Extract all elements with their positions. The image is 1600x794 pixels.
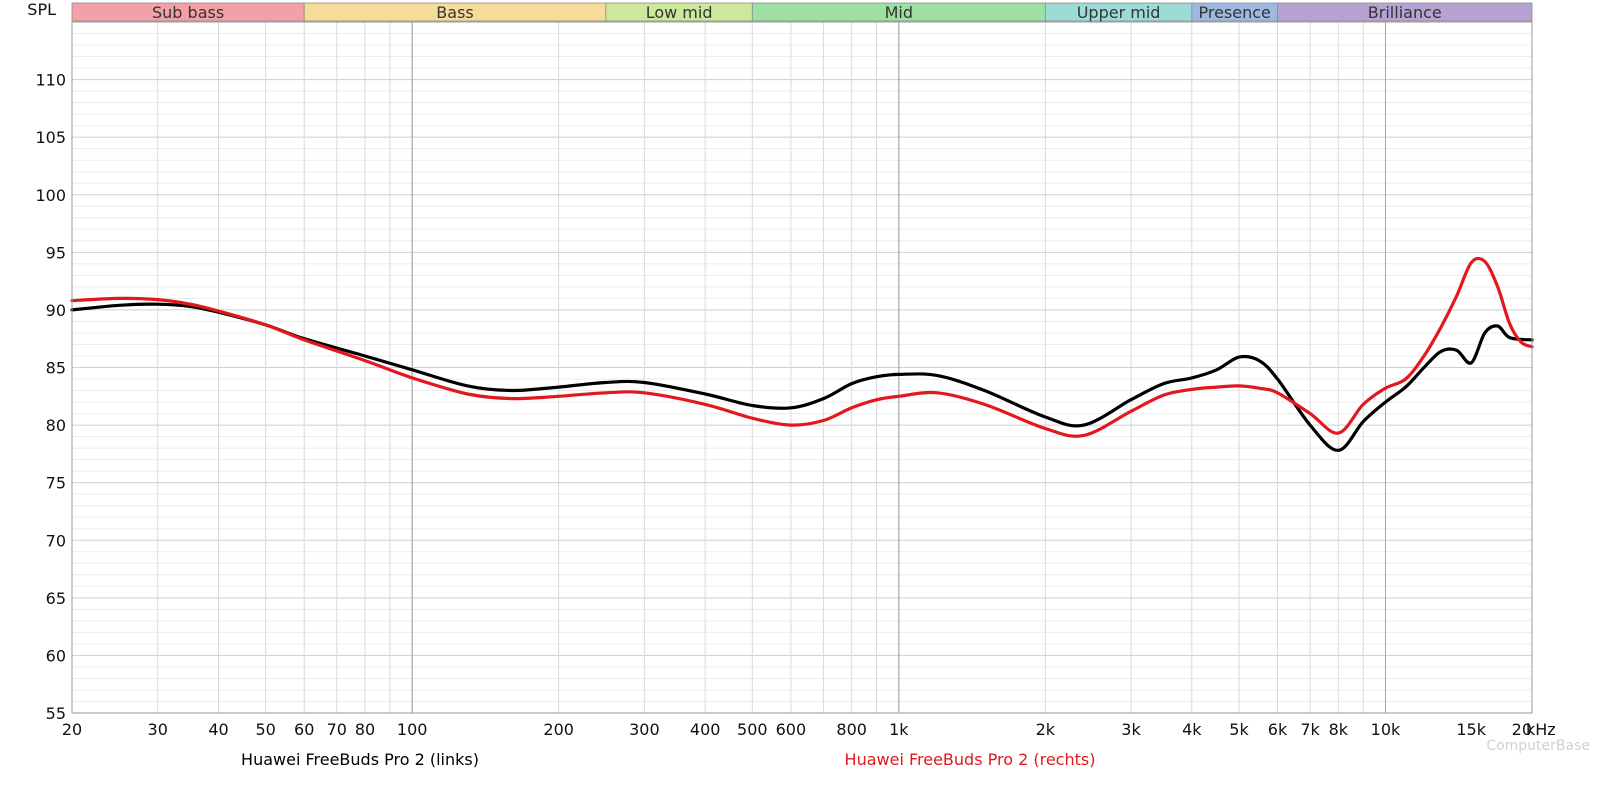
x-tick-label: 70 <box>327 720 347 739</box>
y-tick-label: 90 <box>46 301 66 320</box>
band-label: Brilliance <box>1368 3 1442 22</box>
band-label: Sub bass <box>152 3 224 22</box>
y-tick-label: 85 <box>46 359 66 378</box>
frequency-bands: Sub bass Bass Low mid Mid Upper mid Presence B… <box>71 2 1533 22</box>
x-tick-label: 10k <box>1371 720 1401 739</box>
y-tick-label: 70 <box>46 531 66 550</box>
y-tick-label: 65 <box>46 589 66 608</box>
band-label: Bass <box>436 3 473 22</box>
legend-entry: Huawei FreeBuds Pro 2 (rechts) <box>845 750 1096 769</box>
x-tick-label: 5k <box>1229 720 1249 739</box>
x-tick-label: 8k <box>1329 720 1349 739</box>
x-tick-label: 3k <box>1121 720 1141 739</box>
x-tick-label: 600 <box>776 720 807 739</box>
x-tick-label: 300 <box>629 720 660 739</box>
x-tick-labels: 20 30 40 50 60 70 80 100 200 300 400 500 600 800 1k 2k 3… <box>62 720 1532 739</box>
x-tick-label: 7k <box>1300 720 1320 739</box>
x-tick-label: 50 <box>255 720 275 739</box>
x-tick-label: 400 <box>690 720 721 739</box>
x-tick-label: 100 <box>397 720 428 739</box>
band-label: Mid <box>885 3 913 22</box>
x-tick-label: 2k <box>1036 720 1056 739</box>
band-label: Presence <box>1198 3 1270 22</box>
x-tick-label: 800 <box>836 720 867 739</box>
y-tick-label: 100 <box>35 186 66 205</box>
y-tick-label: 75 <box>46 474 66 493</box>
x-tick-label: 60 <box>294 720 314 739</box>
y-tick-labels: 556065707580859095100105110 <box>35 71 66 723</box>
x-tick-label: 30 <box>148 720 168 739</box>
legend: Huawei FreeBuds Pro 2 (links) Huawei Free… <box>241 750 1095 769</box>
y-axis-label: SPL <box>27 0 56 19</box>
x-tick-label: 4k <box>1182 720 1202 739</box>
x-tick-label: 40 <box>208 720 228 739</box>
x-axis-unit: kHz <box>1526 720 1556 739</box>
band-label: Upper mid <box>1077 3 1161 22</box>
y-tick-label: 80 <box>46 416 66 435</box>
x-tick-label: 6k <box>1268 720 1288 739</box>
legend-entry: Huawei FreeBuds Pro 2 (links) <box>241 750 479 769</box>
band-label: Low mid <box>646 3 713 22</box>
x-tick-label: 500 <box>737 720 768 739</box>
x-tick-label: 80 <box>355 720 375 739</box>
x-tick-label: 200 <box>543 720 574 739</box>
grid <box>71 21 1533 714</box>
x-tick-label: 15k <box>1456 720 1486 739</box>
y-tick-label: 105 <box>35 128 66 147</box>
y-tick-label: 95 <box>46 243 66 262</box>
y-tick-label: 60 <box>46 646 66 665</box>
y-tick-label: 110 <box>35 71 66 90</box>
watermark: ComputerBase <box>1486 738 1590 754</box>
x-tick-label: 20 <box>62 720 82 739</box>
frequency-response-chart: Sub bass Bass Low mid Mid Upper mid Presence B… <box>27 0 1590 769</box>
x-tick-label: 1k <box>889 720 909 739</box>
